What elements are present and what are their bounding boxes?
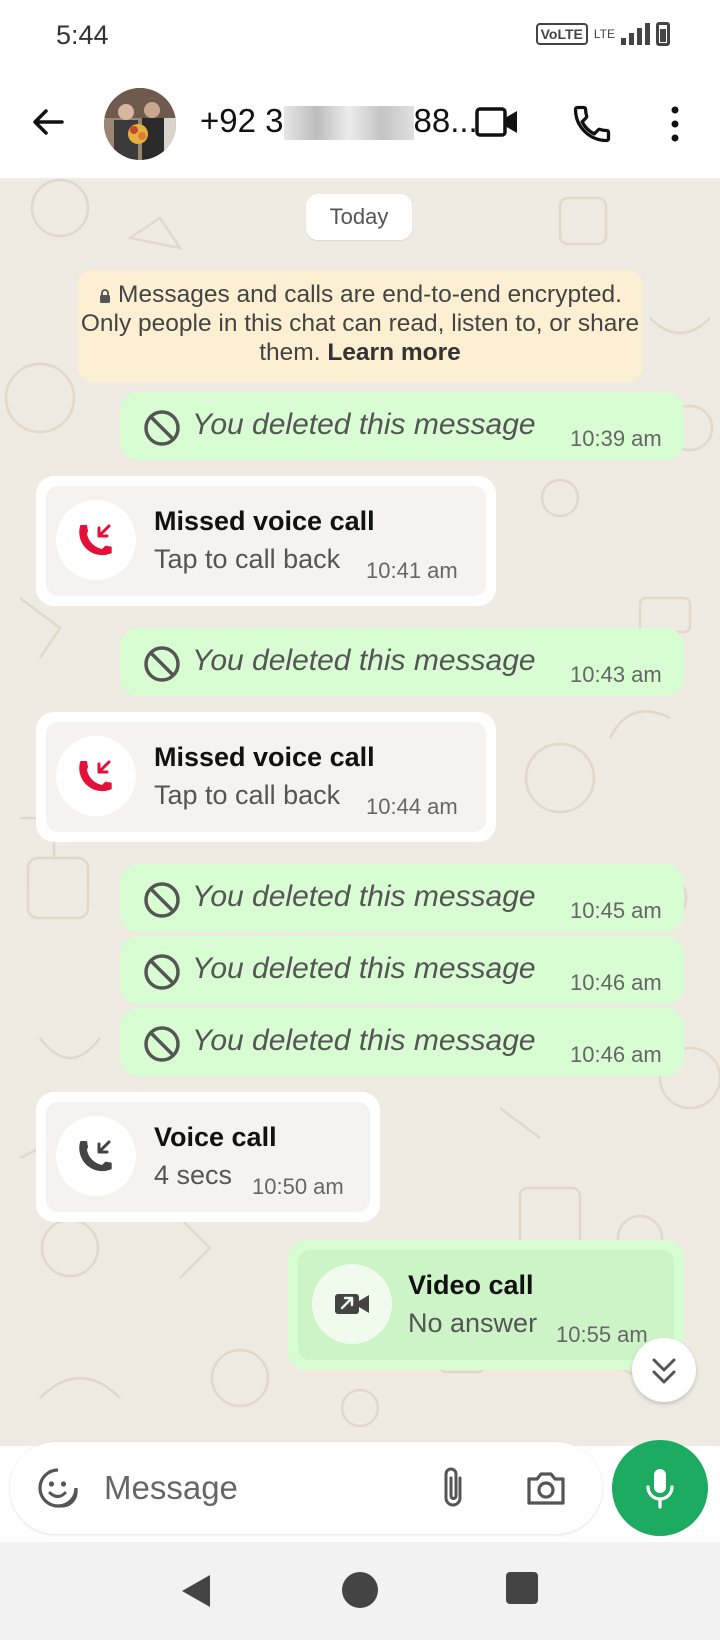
contact-name-prefix: +92 3	[200, 102, 284, 139]
video-call-bubble[interactable]: Video call No answer 10:55 am	[288, 1240, 684, 1370]
incoming-call-icon-circle	[56, 1116, 136, 1196]
message-time: 10:46 am	[570, 1042, 662, 1067]
deleted-message-bubble[interactable]: You deleted this message 10:45 am	[120, 864, 684, 932]
call-card[interactable]: Missed voice call Tap to call back 10:44…	[46, 722, 486, 832]
voice-call-bubble[interactable]: Voice call 4 secs 10:50 am	[36, 1092, 380, 1222]
date-chip: Today	[306, 194, 412, 240]
system-navigation-bar	[0, 1542, 720, 1640]
deleted-message-bubble[interactable]: You deleted this message 10:43 am	[120, 628, 684, 696]
deleted-icon	[144, 882, 180, 918]
signal-icon	[621, 23, 650, 45]
contact-name-suffix: 88...	[413, 102, 478, 139]
chat-area[interactable]: Today Messages and calls are end-to-end …	[0, 178, 720, 1446]
deleted-message-text: You deleted this message	[192, 644, 536, 677]
lte-icon: LTE	[593, 27, 615, 41]
camera-icon[interactable]	[524, 1468, 568, 1508]
battery-icon	[656, 22, 670, 46]
status-time: 5:44	[56, 20, 109, 50]
call-card[interactable]: Video call No answer 10:55 am	[298, 1250, 674, 1360]
microphone-icon	[646, 1469, 674, 1509]
outgoing-video-icon	[335, 1294, 369, 1314]
missed-call-bubble[interactable]: Missed voice call Tap to call back 10:41…	[36, 476, 496, 606]
message-input[interactable]	[104, 1460, 394, 1516]
call-title: Voice call	[154, 1122, 277, 1152]
deleted-icon	[144, 954, 180, 990]
status-icons: VoLTE LTE	[535, 22, 670, 46]
deleted-message-bubble[interactable]: You deleted this message 10:46 am	[120, 1008, 684, 1076]
voice-call-icon[interactable]	[570, 102, 614, 146]
deleted-message-text: You deleted this message	[192, 880, 536, 913]
volte-icon: VoLTE	[535, 23, 588, 45]
call-title: Video call	[408, 1270, 534, 1300]
deleted-message-text: You deleted this message	[192, 1024, 536, 1057]
call-subtitle: Tap to call back	[154, 780, 341, 810]
message-time: 10:44 am	[366, 794, 458, 819]
call-title: Missed voice call	[154, 506, 375, 536]
missed-call-icon-circle	[56, 500, 136, 580]
nav-recents-icon[interactable]	[506, 1572, 538, 1604]
missed-call-icon	[79, 760, 112, 792]
chat-header: +92 3 88...	[0, 72, 720, 178]
nav-home-icon[interactable]	[342, 1572, 378, 1608]
scroll-to-bottom-button[interactable]	[632, 1338, 696, 1402]
avatar[interactable]	[104, 88, 176, 160]
missed-call-bubble[interactable]: Missed voice call Tap to call back 10:44…	[36, 712, 496, 842]
deleted-icon	[144, 1026, 180, 1062]
video-call-icon[interactable]	[474, 102, 520, 142]
back-arrow-icon[interactable]	[28, 102, 68, 142]
deleted-message-bubble[interactable]: You deleted this message 10:39 am	[120, 392, 684, 460]
deleted-icon	[144, 410, 180, 446]
message-time: 10:43 am	[570, 662, 662, 687]
deleted-icon	[144, 646, 180, 682]
deleted-message-bubble[interactable]: You deleted this message 10:46 am	[120, 936, 684, 1004]
redacted-number-blur	[283, 106, 414, 141]
missed-call-icon-circle	[56, 736, 136, 816]
call-card[interactable]: Missed voice call Tap to call back 10:41…	[46, 486, 486, 596]
call-subtitle: Tap to call back	[154, 544, 341, 574]
nav-back-icon[interactable]	[178, 1572, 214, 1610]
sticker-emoji-icon[interactable]	[36, 1466, 80, 1510]
voice-record-button[interactable]	[612, 1440, 708, 1536]
deleted-message-text: You deleted this message	[192, 408, 536, 441]
call-subtitle: No answer	[408, 1308, 538, 1338]
double-chevron-down-icon	[652, 1358, 676, 1384]
learn-more-link[interactable]: Learn more	[327, 339, 460, 366]
lock-icon	[100, 288, 111, 303]
missed-call-icon	[79, 524, 112, 556]
incoming-call-icon	[79, 1140, 112, 1172]
call-title: Missed voice call	[154, 742, 375, 772]
message-time: 10:41 am	[366, 558, 458, 583]
status-bar: 5:44 VoLTE LTE	[0, 0, 720, 72]
paperclip-icon[interactable]	[436, 1464, 470, 1512]
message-composer	[10, 1442, 602, 1534]
contact-name[interactable]: +92 3 88...	[200, 102, 478, 141]
more-options-icon[interactable]	[660, 102, 690, 146]
message-time: 10:45 am	[570, 898, 662, 923]
message-time: 10:46 am	[570, 970, 662, 995]
message-time: 10:50 am	[252, 1174, 344, 1199]
call-card[interactable]: Voice call 4 secs 10:50 am	[46, 1102, 370, 1212]
encryption-notice[interactable]: Messages and calls are end-to-end encryp…	[78, 270, 642, 382]
call-subtitle: 4 secs	[154, 1160, 233, 1190]
video-call-icon-circle	[312, 1264, 392, 1344]
deleted-message-text: You deleted this message	[192, 952, 536, 985]
message-time: 10:39 am	[570, 426, 662, 451]
